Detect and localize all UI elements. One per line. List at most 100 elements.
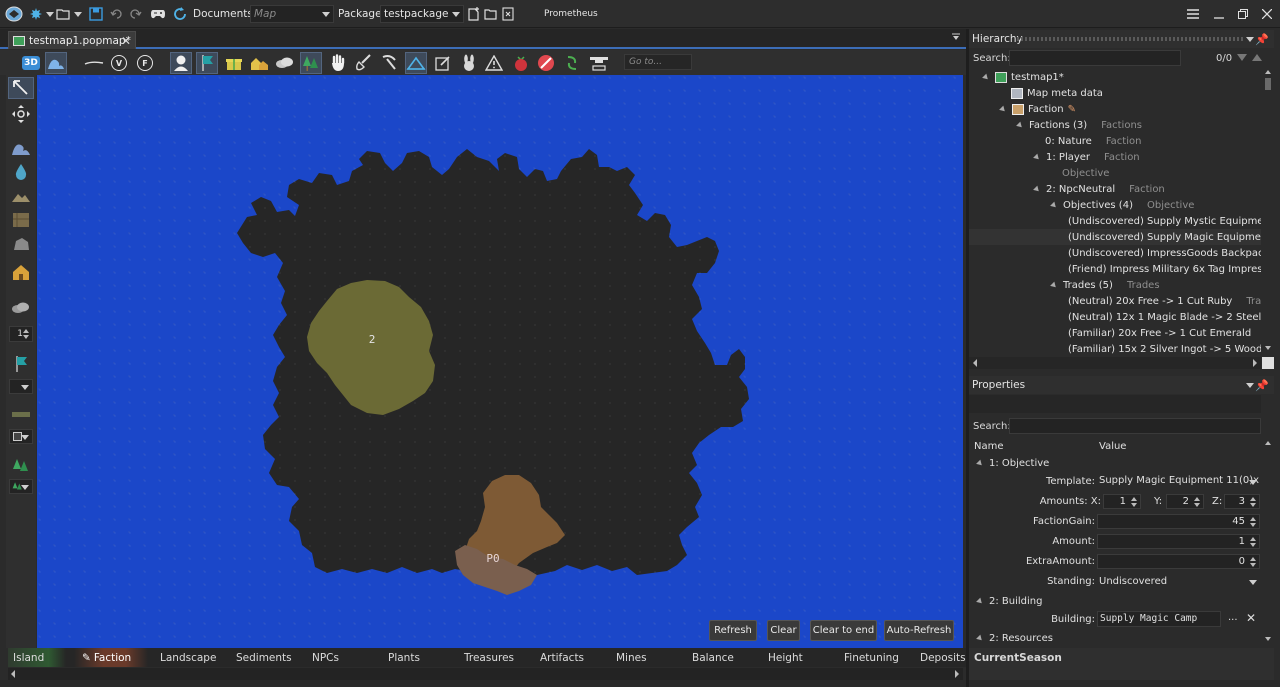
tree-item[interactable]: testmap1*	[969, 69, 1261, 85]
tab-npcs[interactable]: NPCs	[304, 648, 378, 667]
refresh-icon[interactable]	[173, 5, 187, 23]
tree-item[interactable]: Objectives (4) Objective	[969, 197, 1261, 213]
tab-plants[interactable]: Plants	[380, 648, 454, 667]
save-icon[interactable]	[89, 5, 103, 23]
wave-brush-icon[interactable]	[8, 137, 34, 159]
collapse-icon[interactable]	[976, 597, 984, 606]
restore-icon[interactable]	[1238, 5, 1248, 23]
mountain-icon[interactable]	[8, 185, 34, 207]
wave-terrain-icon[interactable]	[45, 52, 67, 74]
stepper-arrows-icon[interactable]	[1249, 557, 1257, 567]
berry-icon[interactable]	[510, 52, 532, 74]
auto-refresh-button[interactable]: Auto-Refresh	[884, 620, 954, 641]
tab-island[interactable]: Island	[8, 648, 66, 667]
stepper-arrows-icon[interactable]	[1249, 497, 1257, 507]
tab-faction[interactable]: ✎ Faction	[74, 648, 148, 667]
scroll-left-icon[interactable]	[11, 670, 15, 678]
cloud-icon[interactable]	[274, 52, 296, 74]
amounts-z-stepper[interactable]: 3	[1224, 494, 1260, 509]
scroll-right-icon[interactable]	[955, 670, 959, 678]
expand-toggle-icon[interactable]	[999, 105, 1007, 113]
tab-balance[interactable]: Balance	[684, 648, 758, 667]
grass-strip-icon[interactable]	[8, 403, 34, 425]
select-arrow-icon[interactable]	[8, 77, 34, 99]
tree-item[interactable]: (Friend) Impress Military 6x Tag Impress…	[969, 261, 1261, 277]
amounts-y-stepper[interactable]: 2	[1166, 494, 1204, 509]
undo-icon[interactable]	[110, 5, 124, 23]
browse-building-button[interactable]: ...	[1228, 612, 1238, 623]
forest-icon[interactable]	[8, 455, 34, 477]
tab-landscape[interactable]: Landscape	[152, 648, 226, 667]
settings-gear-icon[interactable]	[29, 5, 54, 23]
hierarchy-vertical-scrollbar[interactable]	[1262, 68, 1274, 356]
shovel-icon[interactable]	[353, 52, 375, 74]
stepper-arrows-icon[interactable]	[1249, 537, 1257, 547]
tab-sediments[interactable]: Sediments	[228, 648, 302, 667]
anvil-icon[interactable]	[588, 52, 610, 74]
house-icon[interactable]	[8, 261, 34, 283]
tree-item[interactable]: Objective	[969, 165, 1261, 181]
app-logo-icon[interactable]	[4, 5, 24, 23]
scroll-down-icon[interactable]	[1265, 637, 1271, 641]
tree-item[interactable]: 1: Player Faction	[969, 149, 1261, 165]
amounts-x-stepper[interactable]: 1	[1103, 494, 1141, 509]
close-window-icon[interactable]	[1262, 5, 1272, 23]
stepper-arrows-icon[interactable]	[1249, 517, 1257, 527]
search-down-icon[interactable]	[1237, 54, 1247, 61]
tree-item[interactable]: (Undiscovered) ImpressGoods Backpacks	[969, 245, 1261, 261]
tree-item[interactable]: (Undiscovered) Supply Magic Equipment	[969, 229, 1261, 245]
properties-search-input[interactable]	[1009, 418, 1261, 434]
map-viewport[interactable]: 2 P0 Refresh Clear Clear to end Auto-Ref…	[37, 75, 963, 648]
hierarchy-search-input[interactable]	[1009, 50, 1181, 66]
swap-icon[interactable]	[561, 52, 583, 74]
stepper-arrows-icon[interactable]	[1130, 497, 1138, 507]
edit-pencil-icon[interactable]: ✎	[1068, 104, 1076, 115]
gift-icon[interactable]	[223, 52, 245, 74]
objective-section[interactable]: 1: Objective	[969, 455, 1261, 472]
package-select[interactable]: testpackage	[380, 5, 464, 23]
documents-select[interactable]: Map	[250, 5, 334, 23]
water-drop-icon[interactable]	[8, 161, 34, 183]
expand-toggle-icon[interactable]	[1050, 201, 1058, 209]
pin-icon[interactable]: 📌	[1255, 33, 1269, 46]
building-input[interactable]: Supply Magic Camp	[1097, 611, 1221, 627]
amount-stepper[interactable]: 1	[1097, 534, 1260, 549]
line-tool-icon[interactable]	[83, 52, 105, 74]
tree-item[interactable]: (Familiar) 20x Free -> 1 Cut EmeraldTr	[969, 325, 1261, 341]
tab-height[interactable]: Height	[760, 648, 834, 667]
cloud-brush-icon[interactable]	[8, 297, 34, 319]
expand-toggle-icon[interactable]	[1033, 153, 1041, 161]
tent-icon[interactable]	[405, 52, 427, 74]
horizontal-scrollbar[interactable]	[8, 668, 963, 680]
scroll-up-icon[interactable]	[1265, 70, 1271, 74]
chevron-down-icon[interactable]	[1246, 383, 1254, 388]
stepper-arrows-icon[interactable]	[1193, 497, 1201, 507]
clear-building-icon[interactable]: ✕	[1246, 611, 1256, 625]
building-section[interactable]: 2: Building	[969, 593, 1261, 610]
new-document-icon[interactable]	[467, 5, 481, 23]
faction-select[interactable]	[9, 379, 33, 394]
texture-select[interactable]	[9, 429, 33, 444]
minimize-icon[interactable]	[1214, 5, 1224, 23]
flag-icon[interactable]	[196, 52, 218, 74]
expand-toggle-icon[interactable]	[1033, 185, 1041, 193]
clear-to-end-button[interactable]: Clear to end	[810, 620, 877, 641]
tree-item[interactable]: 0: Nature Faction	[969, 133, 1261, 149]
open-package-folder-icon[interactable]	[484, 5, 498, 23]
close-document-icon[interactable]	[502, 5, 514, 23]
tab-treasures[interactable]: Treasures	[456, 648, 530, 667]
v-toggle-button[interactable]: V	[108, 52, 130, 74]
tree-item[interactable]: (Undiscovered) Supply Mystic Equipment	[969, 213, 1261, 229]
clear-button[interactable]: Clear	[767, 620, 800, 641]
scroll-down-icon[interactable]	[1265, 346, 1271, 350]
chevron-down-icon[interactable]	[1246, 37, 1254, 42]
tree-item[interactable]: Faction ✎	[969, 101, 1261, 117]
expand-toggle-icon[interactable]	[1016, 121, 1024, 129]
expand-toggle-icon[interactable]	[982, 73, 990, 81]
stepper-arrows-icon[interactable]	[22, 329, 30, 339]
faction-flag-icon[interactable]	[8, 353, 34, 375]
tab-mines[interactable]: Mines	[608, 648, 682, 667]
close-tab-icon[interactable]: ✕	[121, 34, 131, 48]
menu-icon[interactable]	[1187, 5, 1199, 23]
open-folder-icon[interactable]	[56, 5, 82, 23]
